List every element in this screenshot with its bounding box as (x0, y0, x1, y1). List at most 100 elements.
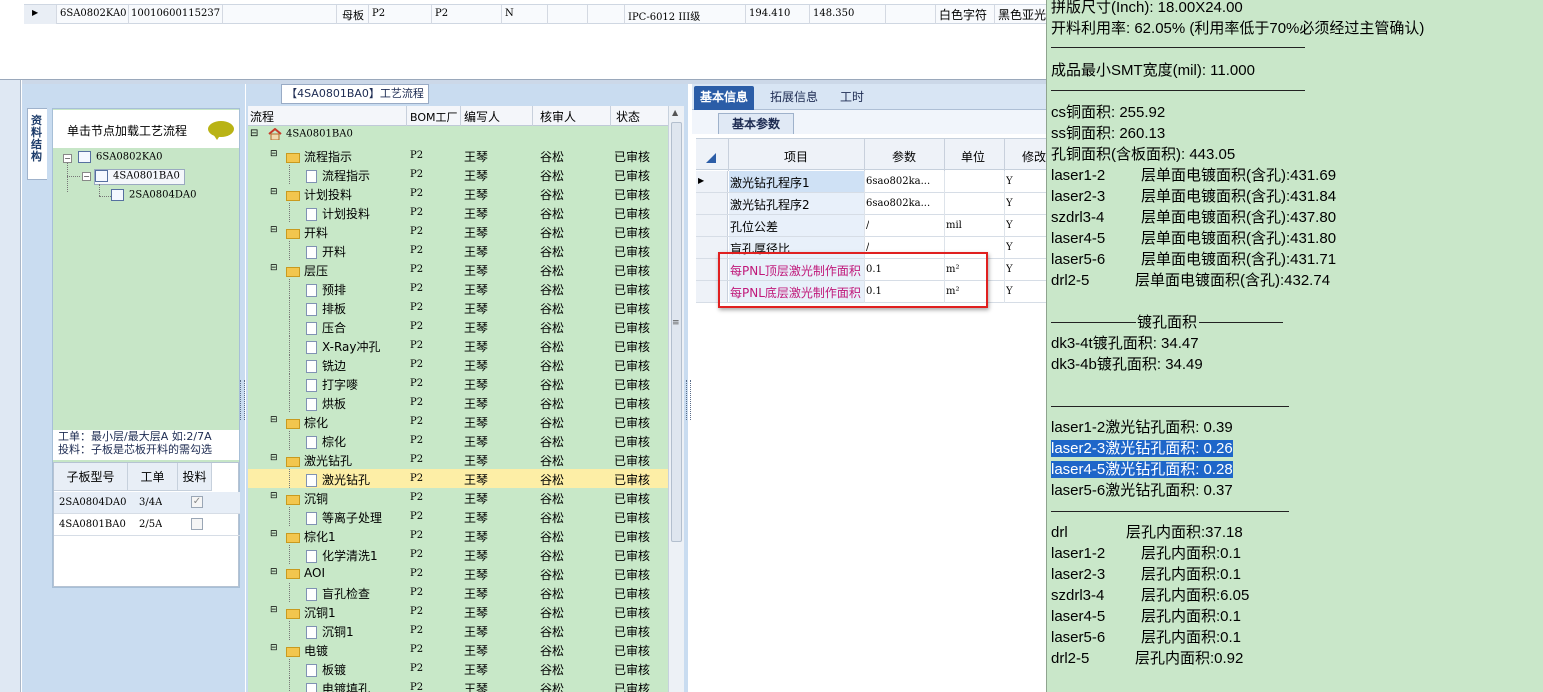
splitter-grip[interactable] (240, 380, 245, 420)
flow-row[interactable]: ⊟ 层压 P2 王琴 谷松 已审核 (248, 260, 668, 279)
col-header-order[interactable]: 工单 (128, 463, 178, 491)
collapse-icon[interactable]: − (63, 154, 72, 163)
collapse-icon[interactable]: ⊟ (270, 567, 278, 577)
splitter-grip[interactable] (686, 380, 691, 420)
cell-value[interactable]: 6sao802ka... (866, 176, 930, 187)
scrollbar-thumb[interactable] (671, 122, 682, 542)
tree-node-6SA0802KA0[interactable]: 6SA0802KA0 (78, 151, 163, 167)
flow-row[interactable]: ⊟ 棕化 P2 王琴 谷松 已审核 (248, 412, 668, 431)
vertical-tab-structure[interactable]: 资料结构 (27, 108, 47, 180)
flow-row[interactable]: ⊟ 沉铜 P2 王琴 谷松 已审核 (248, 488, 668, 507)
row-indicator: ▶ (696, 171, 728, 192)
cell-modify[interactable]: Y (1006, 264, 1013, 275)
collapse-icon[interactable]: ⊟ (270, 643, 278, 653)
cell-item[interactable]: 激光钻孔程序2 (730, 196, 810, 213)
flow-row[interactable]: 开料 P2 王琴 谷松 已审核 (248, 241, 668, 260)
col-header-feed[interactable]: 投料 (178, 463, 212, 491)
col-header-reviewer[interactable]: 核审人 (540, 108, 576, 125)
param-row[interactable]: 孔位公差 / mil Y (696, 215, 1046, 237)
tree-node-4SA0801BA0[interactable]: 4SA0801BA0 (94, 169, 185, 185)
cell-factory: P2 (410, 226, 424, 237)
flow-row[interactable]: ⊟ AOI P2 王琴 谷松 已审核 (248, 564, 668, 583)
flow-row[interactable]: 压合 P2 王琴 谷松 已审核 (248, 317, 668, 336)
flow-row[interactable]: ⊟ 沉铜1 P2 王琴 谷松 已审核 (248, 602, 668, 621)
collapse-icon[interactable]: ⊟ (270, 605, 278, 615)
col-header-item[interactable]: 项目 (784, 148, 808, 165)
collapse-icon[interactable]: ⊟ (270, 263, 278, 273)
collapse-icon[interactable]: ⊟ (270, 491, 278, 501)
flow-row[interactable]: 盲孔检查 P2 王琴 谷松 已审核 (248, 583, 668, 602)
cell-status: 已审核 (614, 625, 651, 639)
col-header-status[interactable]: 状态 (616, 108, 640, 125)
flow-row[interactable]: 烘板 P2 王琴 谷松 已审核 (248, 393, 668, 412)
info-line: 孔铜面积(含板面积): 443.05 (1051, 145, 1235, 164)
flow-row[interactable]: 计划投料 P2 王琴 谷松 已审核 (248, 203, 668, 222)
flow-row[interactable]: 沉铜1 P2 王琴 谷松 已审核 (248, 621, 668, 640)
feed-checkbox[interactable] (191, 518, 203, 530)
col-header-writer[interactable]: 编写人 (464, 108, 500, 125)
flow-row[interactable]: 打字嘜 P2 王琴 谷松 已审核 (248, 374, 668, 393)
flow-row[interactable]: X-Ray冲孔 P2 王琴 谷松 已审核 (248, 336, 668, 355)
cell-modify[interactable]: Y (1006, 176, 1013, 187)
row-indicator (696, 215, 728, 236)
document-icon (306, 341, 317, 354)
flow-root-row[interactable]: ⊟ 4SA0801BA0 (248, 127, 668, 146)
cell-value[interactable]: 6sao802ka... (866, 198, 930, 209)
param-row[interactable]: 激光钻孔程序2 6sao802ka... Y (696, 193, 1046, 215)
flow-step-name: 计划投料 (286, 186, 352, 203)
cell-modify[interactable]: Y (1006, 242, 1013, 253)
flow-step-name: 激光钻孔 (286, 452, 352, 469)
flow-row[interactable]: ⊟ 流程指示 P2 王琴 谷松 已审核 (248, 146, 668, 165)
flow-row[interactable]: ⊟ 电镀 P2 王琴 谷松 已审核 (248, 640, 668, 659)
cell-item[interactable]: 孔位公差 (730, 218, 778, 235)
tab-work-hours[interactable]: 工时 (834, 86, 870, 110)
table-row[interactable]: 2SA0804DA0 3/4A ✓ (54, 492, 240, 514)
flow-row[interactable]: ⊟ 棕化1 P2 王琴 谷松 已审核 (248, 526, 668, 545)
collapse-icon[interactable]: ⊟ (270, 415, 278, 425)
collapse-icon[interactable]: ⊟ (270, 529, 278, 539)
tree-node-2SA0804DA0[interactable]: 2SA0804DA0 (111, 189, 197, 205)
info-line: 拼版尺寸(Inch): 18.00X24.00 (1051, 0, 1243, 17)
flow-row[interactable]: ⊟ 开料 P2 王琴 谷松 已审核 (248, 222, 668, 241)
collapse-icon[interactable]: ⊟ (270, 149, 278, 159)
collapse-icon[interactable]: ⊟ (270, 453, 278, 463)
flow-row[interactable]: 等离子处理 P2 王琴 谷松 已审核 (248, 507, 668, 526)
flow-row[interactable]: 预排 P2 王琴 谷松 已审核 (248, 279, 668, 298)
col-header-factory[interactable]: BOM工厂 (410, 109, 458, 125)
col-header-model[interactable]: 子板型号 (54, 463, 128, 491)
top-grid-row[interactable]: ▶ 6SA0802KA0 10010600115237 母板 P2 P2 N I… (24, 4, 1046, 24)
collapse-icon[interactable]: ⊟ (270, 225, 278, 235)
cell-modify[interactable]: Y (1006, 198, 1013, 209)
flow-row[interactable]: ⊟ 计划投料 P2 王琴 谷松 已审核 (248, 184, 668, 203)
param-row[interactable]: ▶ 激光钻孔程序1 6sao802ka... Y (696, 171, 1046, 193)
col-header-flow[interactable]: 流程 (250, 108, 274, 125)
tab-basic-info[interactable]: 基本信息 (694, 86, 755, 110)
cell-modify[interactable]: Y (1006, 286, 1013, 297)
feed-checkbox[interactable]: ✓ (191, 496, 203, 508)
flow-scrollbar[interactable]: ▲ ≡ (668, 106, 684, 692)
table-row[interactable]: 4SA0801BA0 2/5A (54, 514, 240, 536)
collapse-icon[interactable]: ⊟ (270, 187, 278, 197)
flow-row[interactable]: 激光钻孔 P2 王琴 谷松 已审核 (248, 469, 668, 488)
cell-unit[interactable]: mil (946, 220, 962, 231)
tab-extended-info[interactable]: 拓展信息 (764, 86, 824, 110)
flow-row[interactable]: 排板 P2 王琴 谷松 已审核 (248, 298, 668, 317)
flow-row[interactable]: 棕化 P2 王琴 谷松 已审核 (248, 431, 668, 450)
col-header-unit[interactable]: 单位 (961, 148, 985, 165)
flow-row[interactable]: 板镀 P2 王琴 谷松 已审核 (248, 659, 668, 678)
flow-row[interactable]: ⊟ 激光钻孔 P2 王琴 谷松 已审核 (248, 450, 668, 469)
flow-row[interactable]: 流程指示 P2 王琴 谷松 已审核 (248, 165, 668, 184)
scroll-up-icon[interactable]: ▲ (672, 108, 678, 117)
col-header-value[interactable]: 参数 (892, 148, 916, 165)
tab-basic-params[interactable]: 基本参数 (718, 113, 794, 134)
flow-row[interactable]: 电镀填孔 P2 王琴 谷松 已审核 (248, 678, 668, 692)
flow-row[interactable]: 铣边 P2 王琴 谷松 已审核 (248, 355, 668, 374)
collapse-icon[interactable]: ⊟ (250, 128, 258, 139)
cell-value[interactable]: / (866, 220, 869, 231)
flow-row[interactable]: 化学清洗1 P2 王琴 谷松 已审核 (248, 545, 668, 564)
collapse-icon[interactable]: − (82, 172, 91, 181)
cell-modify[interactable]: Y (1006, 220, 1013, 231)
cell-item[interactable]: 激光钻孔程序1 (730, 174, 810, 191)
col-header-modify[interactable]: 修改 (1022, 148, 1046, 165)
cell-factory: P2 (410, 682, 424, 692)
